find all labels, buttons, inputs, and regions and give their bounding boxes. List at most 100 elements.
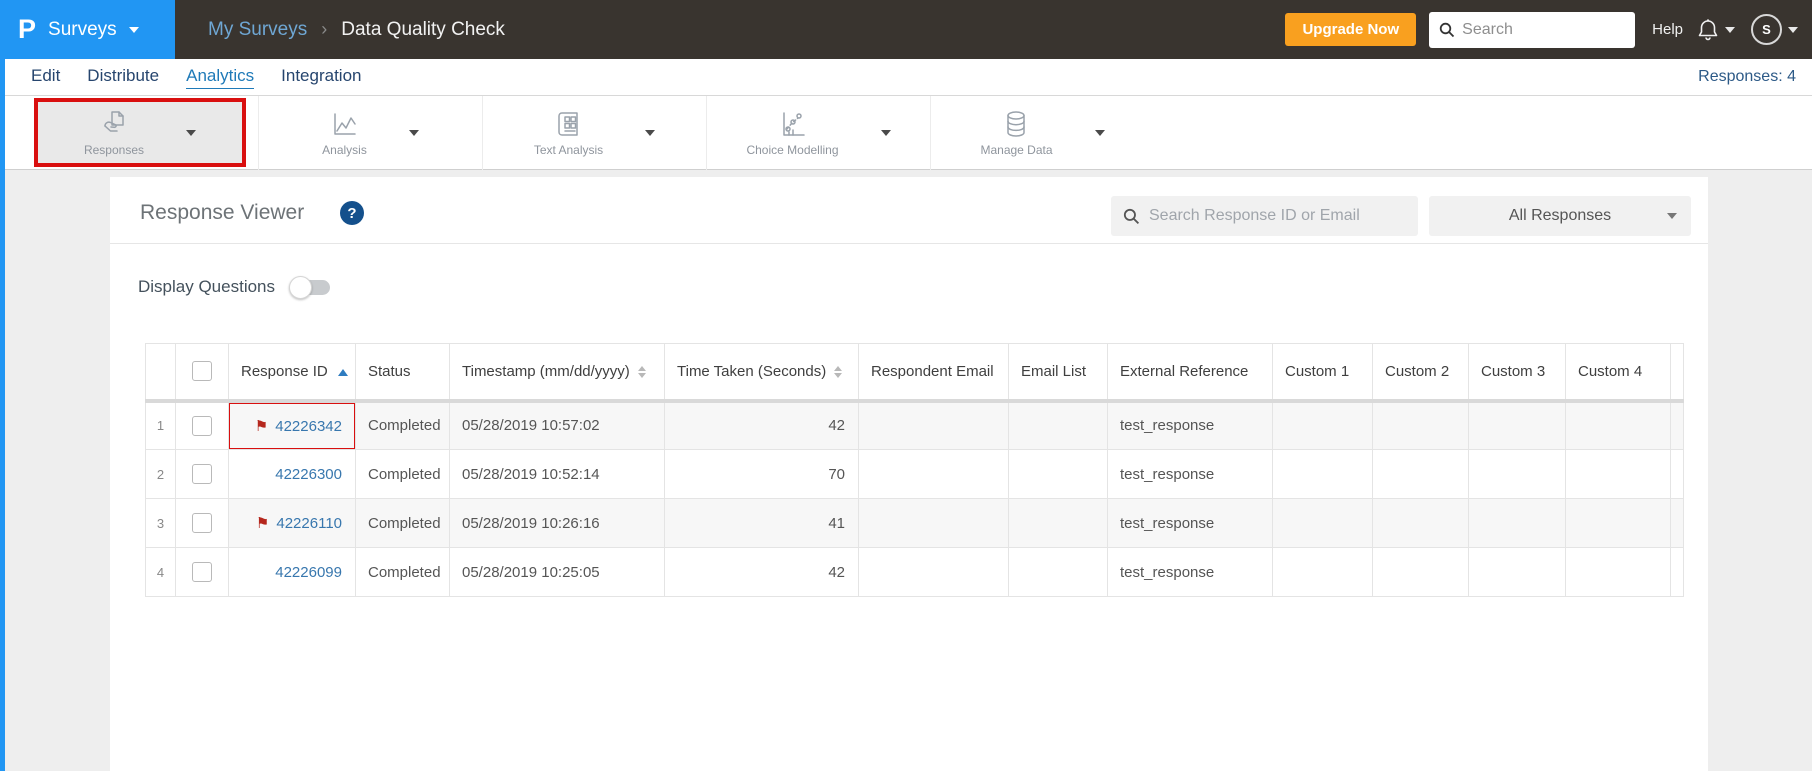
cell-spacer <box>1670 547 1684 597</box>
cell-custom2 <box>1372 547 1469 597</box>
column-header-external_reference[interactable]: External Reference <box>1107 343 1273 403</box>
cell-custom1 <box>1272 449 1373 499</box>
chevron-down-icon <box>128 26 139 33</box>
cell-custom3 <box>1468 449 1566 499</box>
cell-custom4 <box>1565 498 1671 548</box>
response-id-link[interactable]: 42226300 <box>275 466 342 483</box>
toolbar-tab-choice-modelling[interactable]: Choice Modelling <box>706 95 930 170</box>
chevron-down-icon[interactable] <box>1788 26 1798 33</box>
cell-time_taken: 41 <box>664 498 859 548</box>
cell-response_id: ⚑ 42226110 <box>228 498 356 548</box>
row-checkbox[interactable] <box>192 513 212 533</box>
column-header-custom4[interactable]: Custom 4 <box>1565 343 1671 403</box>
column-header-email_list[interactable]: Email List <box>1008 343 1108 403</box>
cell-num: 2 <box>145 449 176 499</box>
column-header-status[interactable]: Status <box>355 343 450 403</box>
column-header-respondent_email[interactable]: Respondent Email <box>858 343 1009 403</box>
cell-custom3 <box>1468 400 1566 450</box>
column-label: Respondent Email <box>871 362 994 380</box>
column-header-checkbox <box>175 343 229 403</box>
row-checkbox[interactable] <box>192 562 212 582</box>
cell-custom4 <box>1565 547 1671 597</box>
global-search-input[interactable] <box>1462 20 1613 39</box>
chevron-down-icon[interactable] <box>1094 129 1105 136</box>
column-label: Email List <box>1021 362 1087 380</box>
chevron-down-icon[interactable] <box>408 129 419 136</box>
column-header-custom1[interactable]: Custom 1 <box>1272 343 1373 403</box>
tab-integration[interactable]: Integration <box>281 66 361 88</box>
toolbar-tab-label: Analysis <box>322 142 367 157</box>
response-id-link[interactable]: 42226110 <box>276 515 342 532</box>
cell-custom1 <box>1272 400 1373 450</box>
chevron-down-icon[interactable] <box>645 129 656 136</box>
column-header-time_taken[interactable]: Time Taken (Seconds) <box>664 343 859 403</box>
toolbar-tab-manage-data[interactable]: Manage Data <box>930 95 1154 170</box>
table-header-row: Response ID Status Timestamp (mm/dd/yyyy) T… <box>145 343 1684 403</box>
table-row: 1 ⚑ 42226342 Completed 05/28/2019 10:57:02 42… <box>145 400 1684 450</box>
help-icon[interactable]: ? <box>340 201 364 225</box>
cell-num: 4 <box>145 547 176 597</box>
cell-status: Completed <box>355 400 450 450</box>
toolbar-tab-label: Responses <box>83 142 145 157</box>
avatar-letter: S <box>1762 22 1771 37</box>
table-row: 3 ⚑ 42226110 Completed 05/28/2019 10:26:16 41… <box>145 498 1684 548</box>
cell-spacer <box>1670 449 1684 499</box>
cell-respondent_email <box>858 547 1009 597</box>
tab-analytics[interactable]: Analytics <box>186 66 255 89</box>
help-link[interactable]: Help <box>1652 21 1683 38</box>
chevron-down-icon[interactable] <box>880 129 891 136</box>
column-header-response_id[interactable]: Response ID <box>228 343 356 403</box>
toolbar-tab-text-analysis[interactable]: Text Analysis <box>482 95 706 170</box>
chevron-down-icon <box>1725 26 1735 33</box>
tab-distribute[interactable]: Distribute <box>87 66 159 88</box>
column-label: Custom 4 <box>1578 362 1643 380</box>
toolbar-tab-label: Text Analysis <box>533 142 604 157</box>
cell-custom1 <box>1272 547 1373 597</box>
tab-edit[interactable]: Edit <box>31 66 60 88</box>
cell-time_taken: 42 <box>664 400 859 450</box>
cell-checkbox[interactable] <box>175 400 229 450</box>
cell-timestamp: 05/28/2019 10:26:16 <box>449 498 665 548</box>
cell-custom4 <box>1565 400 1671 450</box>
cell-custom1 <box>1272 498 1373 548</box>
breadcrumb: My Surveys › Data Quality Check <box>208 19 505 41</box>
response-filter-dropdown[interactable]: All Responses <box>1429 196 1691 236</box>
column-header-custom2[interactable]: Custom 2 <box>1372 343 1469 403</box>
page-title: Response Viewer <box>140 201 305 224</box>
column-label: Response ID <box>241 362 328 380</box>
toolbar-tab-analysis[interactable]: Analysis <box>258 95 482 170</box>
upgrade-now-button[interactable]: Upgrade Now <box>1285 13 1417 46</box>
analysis-icon <box>333 112 356 135</box>
response-id-link[interactable]: 42226099 <box>275 564 342 581</box>
chevron-down-icon[interactable] <box>186 129 197 136</box>
breadcrumb-my-surveys[interactable]: My Surveys <box>208 19 307 41</box>
cell-time_taken: 42 <box>664 547 859 597</box>
choice-modelling-icon <box>782 111 805 136</box>
column-label: Timestamp (mm/dd/yyyy) <box>462 362 630 380</box>
cell-checkbox[interactable] <box>175 498 229 548</box>
row-checkbox[interactable] <box>192 464 212 484</box>
search-icon <box>1439 22 1455 37</box>
cell-status: Completed <box>355 498 450 548</box>
response-id-link[interactable]: 42226342 <box>275 418 342 435</box>
toolbar-tab-responses[interactable]: Responses <box>34 98 246 167</box>
breadcrumb-current-survey: Data Quality Check <box>341 18 505 40</box>
toolbar-tab-label: Choice Modelling <box>746 142 839 157</box>
product-switcher[interactable]: P Surveys <box>0 0 175 59</box>
manage-data-icon <box>1007 110 1026 137</box>
cell-checkbox[interactable] <box>175 449 229 499</box>
cell-email_list <box>1008 400 1108 450</box>
select-all-checkbox[interactable] <box>192 361 212 382</box>
notifications-menu[interactable] <box>1697 18 1735 42</box>
column-header-timestamp[interactable]: Timestamp (mm/dd/yyyy) <box>449 343 665 403</box>
cell-checkbox[interactable] <box>175 547 229 597</box>
column-label: Time Taken (Seconds) <box>677 362 827 380</box>
display-questions-toggle[interactable] <box>289 275 331 299</box>
search-icon <box>1123 208 1140 224</box>
response-search[interactable] <box>1111 196 1418 236</box>
row-checkbox[interactable] <box>192 415 212 436</box>
column-header-custom3[interactable]: Custom 3 <box>1468 343 1566 403</box>
response-search-input[interactable] <box>1149 207 1399 225</box>
global-search[interactable] <box>1429 11 1636 48</box>
avatar[interactable]: S <box>1751 14 1782 45</box>
